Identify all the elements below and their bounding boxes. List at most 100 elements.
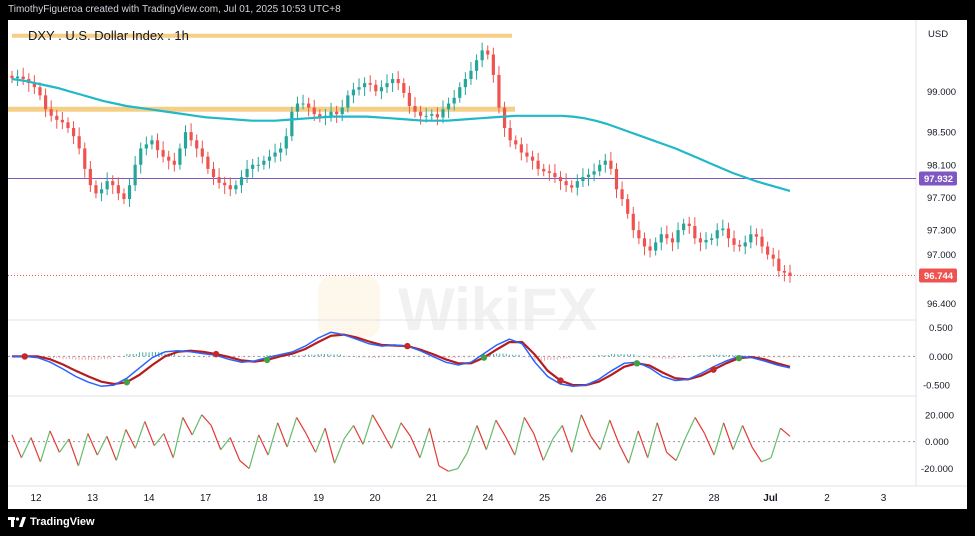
candle-body (648, 246, 652, 251)
oscillator-segment (751, 446, 763, 463)
time-tick-label: 14 (143, 493, 155, 504)
macd-histogram-bar (697, 356, 699, 357)
macd-histogram-bar (311, 354, 313, 357)
macd-tick-label: 0.000 (929, 352, 953, 363)
oscillator-segment (628, 430, 639, 464)
candle-body (542, 168, 546, 172)
macd-histogram-bar (135, 354, 137, 357)
macd-histogram-bar (148, 352, 150, 357)
oscillator-segment (201, 414, 212, 426)
oscillator-segment (239, 460, 250, 470)
macd-histogram-bar (795, 356, 797, 358)
macd-histogram-bar (620, 354, 622, 357)
macd-histogram-bar (477, 355, 479, 357)
time-tick-label: 2 (824, 493, 830, 504)
candle-body (463, 79, 467, 88)
oscillator-segment (504, 436, 516, 456)
oscillator-segment (533, 433, 544, 461)
macd-histogram-bar (416, 356, 418, 357)
oscillator-segment (647, 422, 658, 458)
macd-histogram-bar (355, 356, 357, 358)
macd-histogram-bar (65, 356, 67, 360)
candle-body (122, 193, 126, 200)
candle-body (480, 50, 484, 61)
macd-histogram-bar (100, 356, 102, 360)
macd-histogram-bar (257, 356, 259, 357)
resistance-band-lower (8, 106, 515, 112)
macd-histogram-bar (760, 356, 762, 357)
oscillator-segment (334, 438, 345, 464)
macd-histogram-bar (206, 356, 207, 358)
macd-histogram-bar (339, 354, 341, 357)
candle-body (782, 270, 787, 273)
candle-body (592, 171, 596, 175)
oscillator-segment (409, 436, 421, 459)
time-tick-label: 26 (595, 493, 607, 504)
oscillator-segment (390, 422, 402, 449)
candle-body (139, 148, 143, 165)
macd-histogram-bar (142, 352, 144, 357)
candle-body (301, 103, 305, 105)
oscillator-segment (258, 434, 269, 456)
tradingview-logo[interactable]: TradingView (8, 516, 95, 528)
candle-body (228, 185, 232, 190)
oscillator-segment (580, 414, 592, 437)
candle-body (83, 148, 87, 169)
macd-histogram-bar (75, 356, 77, 360)
candle-body (687, 223, 691, 227)
oscillator-segment (523, 417, 535, 434)
candle-body (665, 234, 669, 239)
chart-svg[interactable]: WikiFX 99.000 98.500 98.100 97.700 97.300 97.… (8, 20, 967, 509)
candle-body (721, 228, 725, 231)
candle-body (15, 76, 20, 79)
candle-body (385, 83, 389, 88)
macd-histogram-bar (559, 356, 561, 359)
candle-body (273, 152, 277, 157)
price-tick-label: 98.100 (927, 160, 956, 171)
candle-body (726, 228, 731, 239)
macd-histogram-bar (626, 354, 628, 357)
oscillator-segment (172, 417, 184, 458)
candle-body (340, 107, 344, 115)
candle-body (223, 182, 227, 186)
oscillator-segment (485, 419, 497, 450)
tradingview-icon (8, 517, 26, 527)
oscillator-segment (400, 422, 411, 437)
price-tick-label: 97.000 (927, 250, 956, 261)
macd-histogram-bar (706, 355, 708, 357)
oscillator-segment (39, 430, 51, 463)
oscillator-segment (372, 414, 383, 432)
macd-histogram-bar (543, 356, 545, 361)
oscillator-segment (466, 425, 478, 453)
candle-body (178, 148, 182, 165)
macd-histogram-bar (320, 354, 322, 357)
candle-body (368, 83, 372, 85)
candle-body (195, 140, 199, 149)
candle-body (279, 148, 283, 153)
candle-body (777, 258, 781, 271)
candle-body (435, 114, 439, 118)
candle-body (698, 238, 703, 243)
candle-body (77, 136, 81, 149)
oscillator-segment (106, 436, 117, 461)
candle-body (245, 168, 249, 178)
candle-body (458, 87, 462, 98)
candle-body (614, 168, 619, 190)
candle-body (396, 79, 400, 84)
macd-histogram-bar (91, 356, 93, 360)
oscillator-segment (713, 422, 725, 456)
candle-body (49, 109, 53, 116)
candle-body (183, 132, 188, 149)
macd-histogram-bar (94, 356, 96, 360)
macd-histogram-bar (461, 356, 463, 358)
macd-histogram-bar (97, 356, 99, 360)
macd-histogram-bar (330, 354, 332, 357)
chart-area[interactable]: WikiFX 99.000 98.500 98.100 97.700 97.300 97.… (8, 20, 967, 509)
time-tick-label: 12 (30, 493, 42, 504)
candle-body (469, 70, 473, 80)
candle-body (256, 164, 260, 166)
macd-histogram-bar (630, 354, 632, 357)
candle-body (491, 54, 495, 75)
oscillator-segment (58, 438, 70, 453)
macd-histogram-bar (671, 356, 673, 359)
